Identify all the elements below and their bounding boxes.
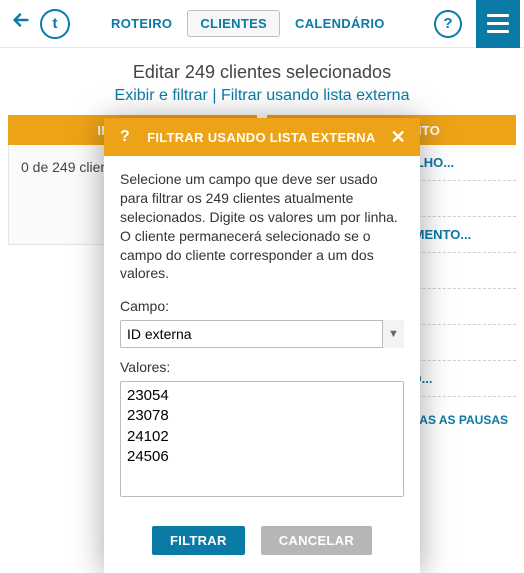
modal-title: FILTRAR USANDO LISTA EXTERNA (136, 130, 387, 145)
modal-actions: FILTRAR CANCELAR (104, 510, 420, 573)
link-filtrar-lista-externa[interactable]: Filtrar usando lista externa (221, 87, 410, 104)
help-button[interactable]: ? (434, 10, 462, 38)
modal-help-icon: ? (114, 126, 136, 148)
tab-roteiro[interactable]: ROTEIRO (98, 10, 185, 37)
field-select[interactable] (120, 320, 404, 348)
filter-button[interactable]: FILTRAR (152, 526, 245, 555)
app-logo[interactable]: t (40, 9, 70, 39)
close-icon: ✕ (391, 127, 406, 147)
logo-letter: t (53, 15, 58, 32)
cancel-button[interactable]: CANCELAR (261, 526, 372, 555)
subheader: Editar 249 clientes selecionados Exibir … (0, 48, 524, 115)
help-icon: ? (443, 15, 452, 32)
hamburger-bar-icon (487, 22, 509, 25)
field-select-wrap: ▼ (120, 320, 404, 348)
field-label: Campo: (120, 297, 404, 316)
tab-calendario[interactable]: CALENDÁRIO (282, 10, 398, 37)
modal-close-button[interactable]: ✕ (387, 127, 410, 148)
modal-filtrar-lista-externa: ? FILTRAR USANDO LISTA EXTERNA ✕ Selecio… (104, 118, 420, 573)
menu-button[interactable] (476, 0, 520, 48)
hamburger-bar-icon (487, 14, 509, 17)
modal-description: Selecione um campo que deve ser usado pa… (120, 170, 404, 283)
nav-tabs: ROTEIRO CLIENTES CALENDÁRIO (98, 10, 398, 37)
link-separator: | (212, 87, 221, 104)
tab-clientes[interactable]: CLIENTES (187, 10, 280, 37)
link-exibir-filtrar[interactable]: Exibir e filtrar (115, 87, 208, 104)
subheader-links: Exibir e filtrar | Filtrar usando lista … (0, 87, 524, 105)
modal-body: Selecione um campo que deve ser usado pa… (104, 156, 420, 510)
page-title: Editar 249 clientes selecionados (0, 62, 524, 83)
topbar: t ROTEIRO CLIENTES CALENDÁRIO ? (0, 0, 524, 48)
hamburger-bar-icon (487, 30, 509, 33)
modal-header: ? FILTRAR USANDO LISTA EXTERNA ✕ (104, 118, 420, 156)
back-arrow-icon[interactable] (8, 9, 34, 38)
values-label: Valores: (120, 358, 404, 377)
values-textarea[interactable] (120, 381, 404, 497)
